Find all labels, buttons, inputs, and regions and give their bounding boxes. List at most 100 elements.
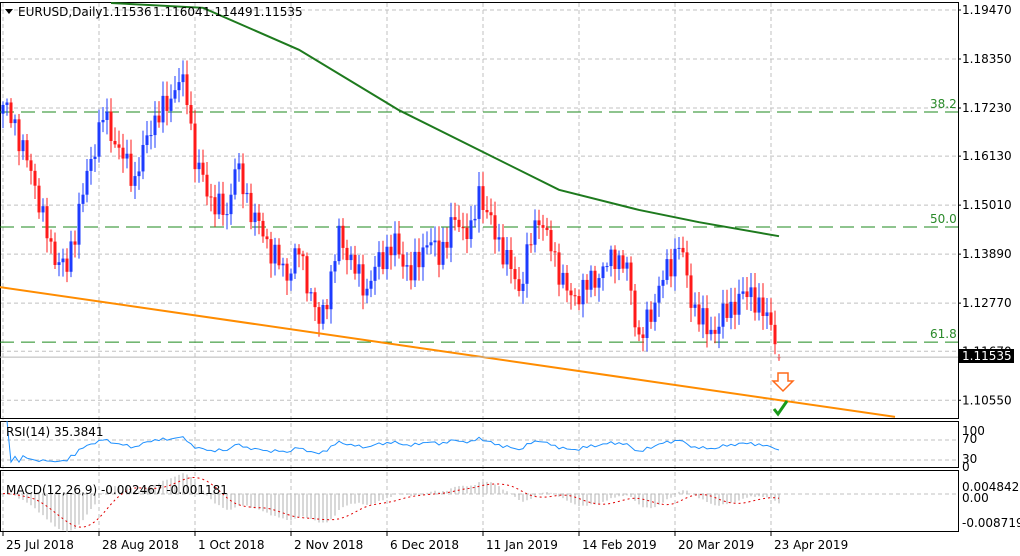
candle-body <box>169 98 173 111</box>
candle-body <box>273 244 277 264</box>
candle-body <box>697 304 701 325</box>
candle-body <box>773 324 777 345</box>
candle-body <box>29 160 33 171</box>
candle-body <box>489 212 493 216</box>
dropdown-triangle-icon[interactable] <box>5 9 13 14</box>
candle-body <box>345 247 349 261</box>
date-axis-label: 14 Feb 2019 <box>582 538 657 552</box>
candle-body <box>189 105 193 124</box>
candle-body <box>89 158 93 171</box>
candle-body <box>729 301 733 318</box>
candle-body <box>177 82 181 91</box>
date-axis-label: 25 Jul 2018 <box>6 538 74 552</box>
down-arrow-icon <box>771 372 795 393</box>
candle-body <box>557 252 561 285</box>
candle-body <box>413 251 417 281</box>
candle-body <box>637 327 641 335</box>
price-axis-label: 1.13890 <box>962 247 1012 261</box>
candle-body <box>417 251 421 268</box>
candle-body <box>109 111 113 141</box>
candle-body <box>225 214 229 216</box>
candle-body <box>461 227 465 229</box>
macd-axis-bottom: -0.008719 <box>962 516 1020 530</box>
candle-body <box>241 163 245 195</box>
candle-body <box>581 279 585 305</box>
price-axis-label: 1.15010 <box>962 198 1012 212</box>
macd-label: MACD(12,26,9) -0.002467 -0.001181 <box>6 483 228 497</box>
candle-body <box>229 194 233 215</box>
candle-body <box>693 304 697 308</box>
candle-body <box>753 287 757 313</box>
candle-body <box>185 74 189 106</box>
candle-body <box>173 90 177 99</box>
candle-body <box>561 272 565 285</box>
candle-body <box>609 249 613 267</box>
candle-body <box>433 240 437 243</box>
candle-body <box>161 95 165 123</box>
candle-body <box>457 219 461 228</box>
candle-body <box>681 247 685 253</box>
candle-body <box>337 225 341 262</box>
candle-body <box>605 266 609 268</box>
candle-body <box>205 174 209 197</box>
candle-body <box>449 217 453 248</box>
candle-body <box>757 297 761 313</box>
candle-body <box>745 291 749 298</box>
candle-body <box>245 192 249 195</box>
candle-body <box>285 263 289 281</box>
candle-body <box>33 170 37 186</box>
candle-body <box>553 251 557 253</box>
candle-body <box>349 254 353 261</box>
eurusd-chart[interactable]: 38.2 50.0 61.8 EURUSD,Daily 1.11536 1.1160… <box>0 0 1020 556</box>
candle-body <box>425 245 429 248</box>
candle-body <box>9 102 13 124</box>
candle-body <box>25 140 29 161</box>
candle-body <box>569 290 573 296</box>
candle-body <box>709 329 713 335</box>
date-axis-label: 6 Dec 2018 <box>390 538 459 552</box>
candle-body <box>357 264 361 274</box>
date-axis-label: 20 Mar 2019 <box>678 538 754 552</box>
candle-body <box>301 254 305 257</box>
candle-body <box>361 264 365 296</box>
candle-body <box>469 220 473 240</box>
rsi-axis-0: 0 <box>962 460 970 474</box>
candle-body <box>373 266 377 281</box>
fib-label: 38.2 <box>930 97 957 111</box>
candle-body <box>313 292 317 308</box>
candle-body <box>385 246 389 270</box>
candle-body <box>649 309 653 322</box>
candle-body <box>573 295 577 297</box>
candle-body <box>633 290 637 328</box>
candle-body <box>593 270 597 288</box>
candle-body <box>277 244 281 266</box>
candle-body <box>741 291 745 294</box>
candle-body <box>217 193 221 215</box>
candle-body <box>769 312 773 325</box>
ohlc-open: 1.11536 <box>102 5 152 19</box>
candle-body <box>389 246 393 256</box>
candle-body <box>529 244 533 246</box>
candle-body <box>121 147 125 159</box>
price-axis-label: 1.17230 <box>962 101 1012 115</box>
candle-body <box>497 237 501 240</box>
candle-body <box>193 123 197 170</box>
candle-body <box>265 236 269 240</box>
candle-body <box>545 227 549 231</box>
date-axis-label: 23 Apr 2019 <box>774 538 848 552</box>
price-axis-label: 1.18350 <box>962 52 1012 66</box>
grid <box>0 3 958 531</box>
candle-body <box>129 153 133 186</box>
candle-body <box>657 285 661 303</box>
date-axis: 25 Jul 2018 28 Aug 2018 1 Oct 2018 2 Nov 20… <box>2 532 848 552</box>
candle-body <box>261 220 265 237</box>
candle-body <box>725 303 729 318</box>
candle-body <box>465 227 469 240</box>
candle-body <box>249 192 253 223</box>
candle-body <box>645 309 649 338</box>
candle-body <box>533 220 537 245</box>
symbol-timeframe: EURUSD,Daily <box>18 5 103 19</box>
candle-body <box>477 186 481 219</box>
candle-body <box>541 225 545 228</box>
price-axis: 1.19470 1.18350 1.17230 1.16130 1.15010 1.138… <box>958 3 1012 407</box>
